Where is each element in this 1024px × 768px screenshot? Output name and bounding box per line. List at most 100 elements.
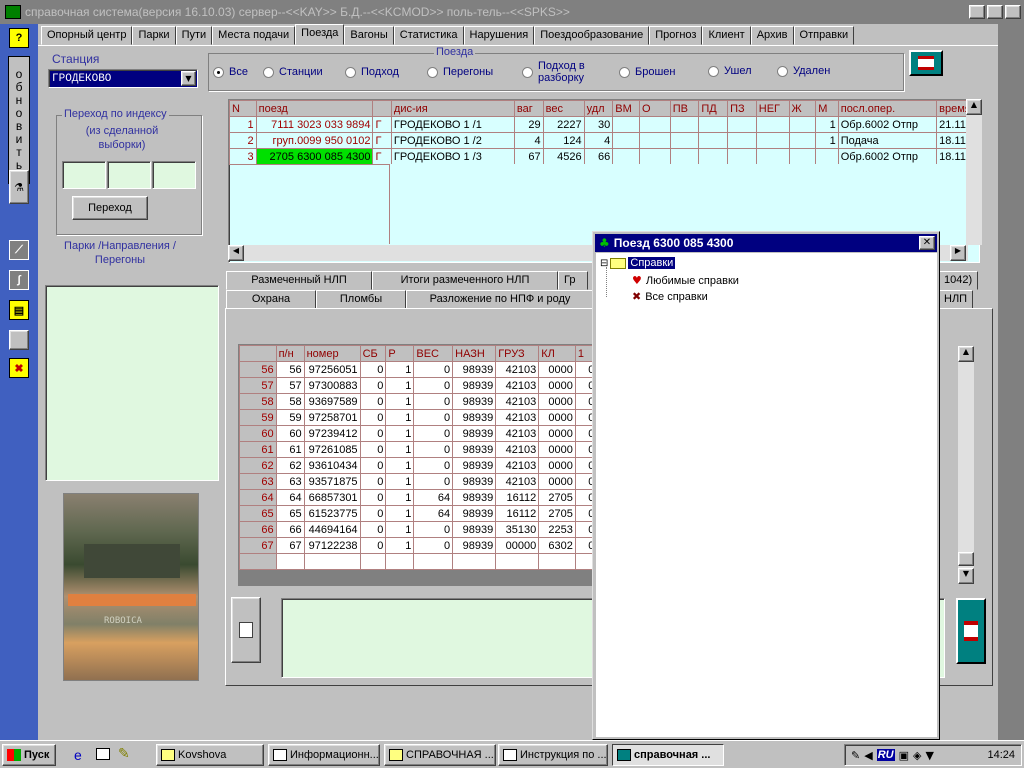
col-weight[interactable]: вес xyxy=(542,100,585,117)
radio-stretches[interactable]: Перегоны xyxy=(427,66,493,78)
scroll-thumb[interactable] xyxy=(958,552,974,566)
collapse-icon[interactable]: ⊟ xyxy=(600,258,608,269)
desktop-icon[interactable] xyxy=(96,748,110,760)
tab-1042[interactable]: 1042) xyxy=(938,271,979,290)
blank-button[interactable] xyxy=(9,330,29,350)
wagon-row[interactable]: 6262936104340109893942103000000 xyxy=(239,457,593,474)
volume-icon[interactable]: ◀ xyxy=(864,749,872,762)
tab-opornyi-centr[interactable]: Опорный центр xyxy=(41,26,133,45)
wagon-row[interactable]: 6767971222380109893900000630200 xyxy=(239,537,593,554)
col-kl[interactable]: КЛ xyxy=(538,345,576,362)
taskbar-item-info[interactable]: Информационн... xyxy=(268,744,380,766)
edit-button[interactable]: ⟋ xyxy=(9,240,29,260)
documents-button[interactable]: ▤ xyxy=(9,300,29,320)
index-input-1[interactable] xyxy=(62,161,106,189)
trains-vscroll[interactable]: ▲ xyxy=(966,99,982,245)
train-row[interactable]: 2 груп.0099 950 0102 Г ГРОДЕКОВО 1 /2 4 124 4 1… xyxy=(229,132,979,149)
wagon-row[interactable]: 6363935718750109893942103000000 xyxy=(239,473,593,490)
tree-item-all[interactable]: ✖ Все справки xyxy=(632,290,708,303)
wagons-table[interactable]: п/н номер СБ Р ВЕС НАЗН ГРУЗ КЛ 1 2 5656… xyxy=(238,344,594,586)
draw-button[interactable]: ∫ xyxy=(9,270,29,290)
col-neg[interactable]: НЕГ xyxy=(755,100,790,117)
col-ves[interactable]: ВЕС xyxy=(413,345,454,362)
col-length[interactable]: удл xyxy=(583,100,614,117)
tab-marked-nlp[interactable]: Размеченный НЛП xyxy=(226,271,372,290)
notes-button[interactable] xyxy=(231,597,261,663)
wagon-row[interactable]: 5757973008830109893942103000000 xyxy=(239,377,593,394)
tab-gr[interactable]: Гр xyxy=(558,271,588,290)
taskbar-item-instruction[interactable]: Инструкция по ... xyxy=(498,744,608,766)
tab-puti[interactable]: Пути xyxy=(175,26,213,45)
col-pz[interactable]: ПЗ xyxy=(727,100,757,117)
tab-seals[interactable]: Пломбы xyxy=(316,290,406,309)
help-button[interactable]: ? xyxy=(9,28,29,48)
wagon-row[interactable]: 6060972394120109893942103000000 xyxy=(239,425,593,442)
speaker-icon[interactable]: ✎ xyxy=(851,749,860,762)
popup-tree[interactable]: ⊟ Справки ♥ Любимые справки ✖ Все справк… xyxy=(596,253,937,737)
col-nazn[interactable]: НАЗН xyxy=(452,345,497,362)
col-train[interactable]: поезд xyxy=(255,100,374,117)
scroll-left-icon[interactable]: ◀ xyxy=(228,245,244,261)
tab-otpravki[interactable]: Отправки xyxy=(793,26,855,45)
wagon-row[interactable]: 6161972610850109893942103000000 xyxy=(239,441,593,458)
scroll-up-icon[interactable]: ▲ xyxy=(958,346,974,362)
radio-approach[interactable]: Подход xyxy=(345,66,399,78)
col-sb[interactable]: СБ xyxy=(359,345,387,362)
chevron-down-icon[interactable]: ▼ xyxy=(181,71,196,86)
report-button[interactable] xyxy=(956,598,986,664)
ie-icon[interactable]: e xyxy=(74,747,82,763)
col-wagons[interactable]: ваг xyxy=(513,100,544,117)
col-gruz[interactable]: ГРУЗ xyxy=(495,345,540,362)
col-n[interactable]: N xyxy=(229,100,257,117)
parks-list[interactable] xyxy=(45,285,219,481)
tab-parki[interactable]: Парки xyxy=(132,26,176,45)
filter-button[interactable]: ⚗ xyxy=(9,170,29,204)
col-o[interactable]: О xyxy=(638,100,671,117)
tab-nlp[interactable]: НЛП xyxy=(938,290,974,309)
col-r[interactable]: Р xyxy=(385,345,415,362)
taskbar-item-reference[interactable]: СПРАВОЧНАЯ ... xyxy=(384,744,496,766)
tab-mesta-podachi[interactable]: Места подачи xyxy=(212,26,296,45)
popup-close-button[interactable]: ✕ xyxy=(919,236,935,250)
tab-poezdoobrazovanie[interactable]: Поездообразование xyxy=(534,26,650,45)
monitor-icon[interactable]: ▣ xyxy=(899,749,909,762)
col-last-op[interactable]: посл.опер. xyxy=(837,100,938,117)
radio-approach-sorting[interactable]: Подход в разборку xyxy=(522,60,596,84)
wagon-row[interactable]: 65656152377501649893916112270500 xyxy=(239,505,593,522)
index-input-2[interactable] xyxy=(107,161,151,189)
wagon-row[interactable]: 5858936975890109893942103000000 xyxy=(239,393,593,410)
print-button[interactable] xyxy=(909,50,943,76)
tab-prognoz[interactable]: Прогноз xyxy=(649,26,703,45)
tree-root[interactable]: ⊟ Справки xyxy=(600,257,676,269)
wagon-row[interactable]: 5656972560510109893942103000000 xyxy=(239,361,593,378)
station-select[interactable]: ГРОДЕКОВО ▼ xyxy=(48,69,198,88)
tab-statistika[interactable]: Статистика xyxy=(393,26,464,45)
taskbar-item-active-app[interactable]: справочная ... xyxy=(612,744,724,766)
col-row-num[interactable] xyxy=(239,345,277,362)
index-input-3[interactable] xyxy=(152,161,196,189)
radio-deleted[interactable]: Удален xyxy=(777,65,830,77)
wagons-hscroll[interactable] xyxy=(238,570,594,586)
refresh-button[interactable]: о б н о в и т ь xyxy=(8,56,30,184)
scroll-up-icon[interactable]: ▲ xyxy=(966,99,982,115)
start-button[interactable]: Пуск xyxy=(2,744,56,766)
pencil-icon[interactable]: ✎ xyxy=(118,745,130,762)
wagon-row[interactable]: 6666446941640109893935130225300 xyxy=(239,521,593,538)
tab-security[interactable]: Охрана xyxy=(226,290,316,309)
language-indicator[interactable]: RU xyxy=(876,749,895,761)
tab-arhiv[interactable]: Архив xyxy=(750,26,794,45)
close-button[interactable]: ✕ xyxy=(1005,5,1021,19)
tab-narusheniya[interactable]: Нарушения xyxy=(463,26,535,45)
col-dispatch[interactable]: дис-ия xyxy=(390,100,515,117)
tab-marked-nlp-totals[interactable]: Итоги размеченного НЛП xyxy=(372,271,558,290)
train-row[interactable]: 3 2705 6300 085 4300 Г ГРОДЕКОВО 1 /3 67 4526… xyxy=(229,148,979,165)
radio-departed[interactable]: Ушел xyxy=(708,65,752,77)
wagons-vscroll[interactable]: ▲ ▼ xyxy=(958,346,974,584)
radio-stations[interactable]: Станции xyxy=(263,66,323,78)
jump-button[interactable]: Переход xyxy=(72,196,148,220)
tab-vagony[interactable]: Вагоны xyxy=(344,26,394,45)
col-pn[interactable]: п/н xyxy=(275,345,305,362)
col-number[interactable]: номер xyxy=(303,345,361,362)
tab-poezda[interactable]: Поезда xyxy=(295,24,345,45)
wagon-row[interactable]: 5959972587010109893942103000000 xyxy=(239,409,593,426)
